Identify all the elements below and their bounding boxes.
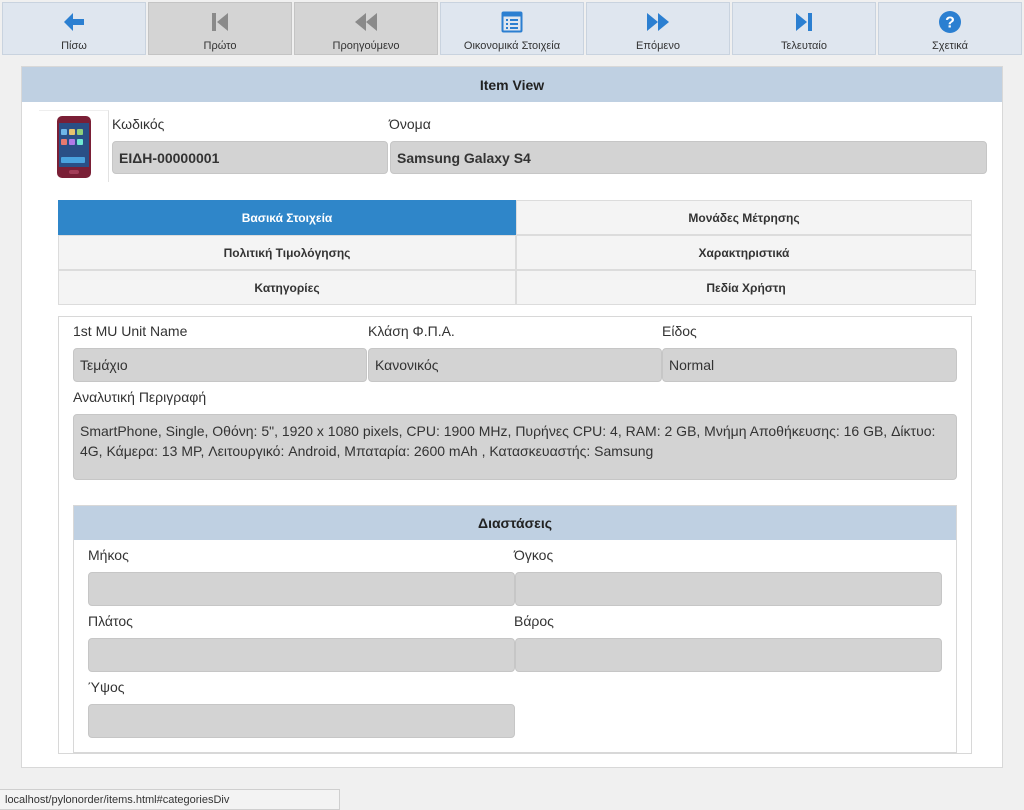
svg-text:?: ?: [945, 15, 955, 32]
fast-forward-icon: [645, 9, 671, 35]
previous-button[interactable]: Προηγούμενο: [294, 2, 438, 55]
next-button[interactable]: Επόμενο: [586, 2, 730, 55]
volume-label: Όγκος: [514, 547, 554, 563]
height-field[interactable]: [88, 704, 515, 738]
about-button[interactable]: ? Σχετικά: [878, 2, 1022, 55]
financial-data-button[interactable]: Οικονομικά Στοιχεία: [440, 2, 584, 55]
volume-field[interactable]: [515, 572, 942, 606]
mu-label: 1st MU Unit Name: [73, 323, 188, 339]
toolbar: Πίσω Πρώτο Προηγούμενο Οικονομικά Στοιχε…: [2, 2, 1022, 55]
length-field[interactable]: [88, 572, 515, 606]
name-field[interactable]: Samsung Galaxy S4: [390, 141, 987, 174]
about-button-label: Σχετικά: [932, 40, 968, 52]
tab-units[interactable]: Μονάδες Μέτρησης: [516, 200, 972, 235]
rewind-icon: [353, 9, 379, 35]
mu-field[interactable]: Τεμάχιο: [73, 348, 367, 382]
item-view-panel: Item View Κωδικός ΕΙΔΗ-00000001 Όνομα Sa…: [21, 66, 1003, 768]
item-type-label: Είδος: [662, 323, 697, 339]
status-url: localhost/pylonorder/items.html#categori…: [0, 789, 340, 810]
first-button-label: Πρώτο: [203, 40, 237, 52]
width-label: Πλάτος: [88, 613, 133, 629]
item-type-field[interactable]: Normal: [662, 348, 957, 382]
code-label: Κωδικός: [112, 116, 165, 132]
financial-data-button-label: Οικονομικά Στοιχεία: [463, 40, 561, 52]
description-textarea[interactable]: SmartPhone, Single, Οθόνη: 5", 1920 x 10…: [73, 414, 957, 480]
tab-user-fields[interactable]: Πεδία Χρήστη: [516, 270, 976, 305]
tab-characteristics[interactable]: Χαρακτηριστικά: [516, 235, 972, 270]
product-image: [39, 110, 109, 182]
width-field[interactable]: [88, 638, 515, 672]
phone-icon: [56, 115, 91, 178]
weight-field[interactable]: [515, 638, 942, 672]
vat-class-label: Κλάση Φ.Π.Α.: [368, 323, 455, 339]
back-button-label: Πίσω: [61, 40, 87, 52]
document-list-icon: [499, 9, 525, 35]
back-button[interactable]: Πίσω: [2, 2, 146, 55]
height-label: Ύψος: [88, 679, 125, 695]
skip-first-icon: [207, 9, 233, 35]
next-button-label: Επόμενο: [636, 40, 680, 52]
dimensions-title: Διαστάσεις: [74, 506, 956, 540]
description-label: Αναλυτική Περιγραφή: [73, 389, 207, 405]
length-label: Μήκος: [88, 547, 129, 563]
code-field[interactable]: ΕΙΔΗ-00000001: [112, 141, 388, 174]
help-icon: ?: [937, 9, 963, 35]
tab-pricing-policy[interactable]: Πολιτική Τιμολόγησης: [58, 235, 516, 270]
tab-basic-info[interactable]: Βασικά Στοιχεία: [58, 200, 516, 235]
skip-last-icon: [791, 9, 817, 35]
last-button[interactable]: Τελευταίο: [732, 2, 876, 55]
panel-title: Item View: [22, 67, 1002, 102]
previous-button-label: Προηγούμενο: [332, 40, 400, 52]
first-button[interactable]: Πρώτο: [148, 2, 292, 55]
tab-categories[interactable]: Κατηγορίες: [58, 270, 516, 305]
vat-class-field[interactable]: Κανονικός: [368, 348, 662, 382]
name-label: Όνομα: [389, 116, 431, 132]
last-button-label: Τελευταίο: [781, 40, 827, 52]
arrow-left-icon: [61, 9, 87, 35]
weight-label: Βάρος: [514, 613, 554, 629]
